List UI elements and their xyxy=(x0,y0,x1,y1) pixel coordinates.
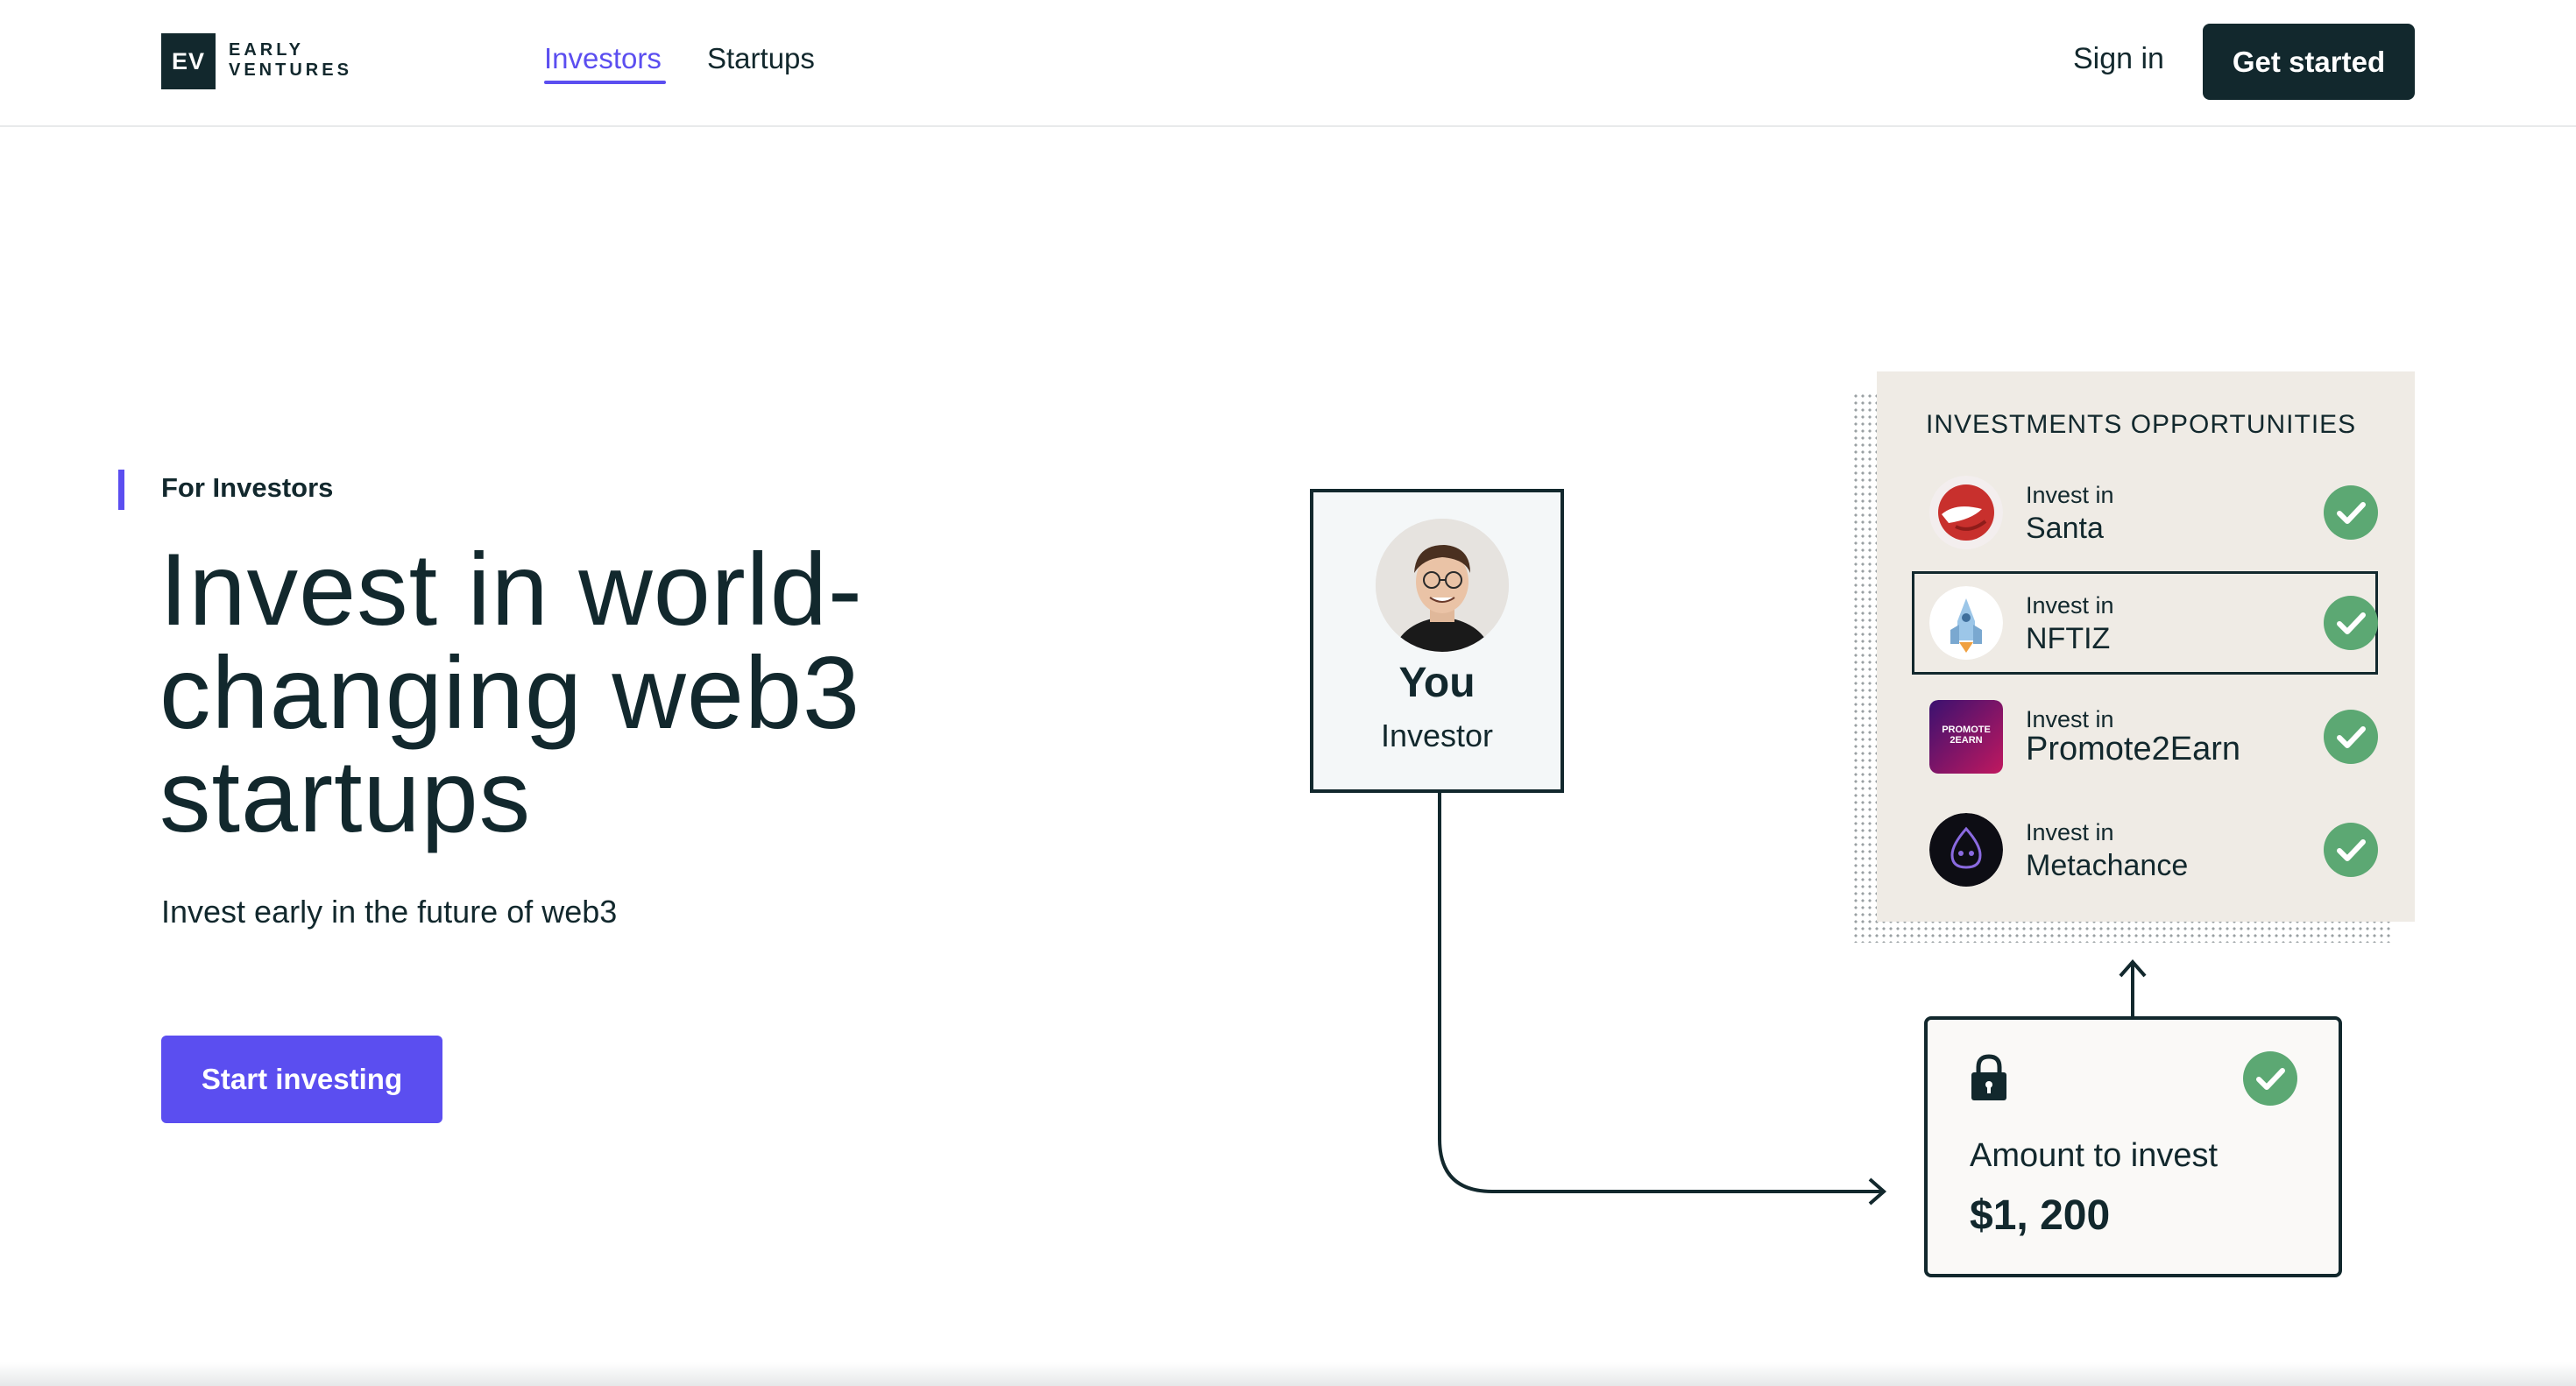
opportunities-panel: INVESTMENTS OPPORTUNITIES Invest in Sant… xyxy=(1877,371,2415,922)
invest-in-label: Invest in xyxy=(2026,819,2114,845)
check-icon xyxy=(2243,1051,2297,1106)
check-icon xyxy=(2324,823,2378,877)
santa-logo-icon xyxy=(1929,476,2003,549)
promote2earn-logo-icon: PROMOTE 2EARN xyxy=(1929,700,2003,774)
check-icon xyxy=(2324,596,2378,650)
metachance-logo-icon xyxy=(1929,813,2003,887)
company-name: NFTIZ xyxy=(2026,622,2111,655)
invest-in-label: Invest in xyxy=(2026,482,2114,508)
investor-card: You Investor xyxy=(1310,489,1564,793)
amount-label: Amount to invest xyxy=(1970,1137,2219,1174)
check-icon xyxy=(2324,710,2378,764)
opportunity-row-metachance[interactable]: Invest in Metachance xyxy=(1912,798,2378,902)
amount-value: $1, 200 xyxy=(1970,1192,2111,1239)
lock-icon xyxy=(1968,1053,2010,1107)
investor-role: Investor xyxy=(1380,718,1494,753)
company-name: Promote2Earn xyxy=(2026,731,2241,767)
page-fold-shadow xyxy=(0,1362,2576,1386)
check-icon xyxy=(2324,485,2378,540)
company-name: Metachance xyxy=(2026,849,2189,882)
amount-card: Amount to invest $1, 200 xyxy=(1924,1016,2342,1277)
panel-title: INVESTMENTS OPPORTUNITIES xyxy=(1926,410,2357,439)
invest-in-label: Invest in xyxy=(2026,706,2114,732)
opportunity-row-nftiz[interactable]: Invest in NFTIZ xyxy=(1912,571,2378,675)
company-name: Santa xyxy=(2026,512,2104,545)
promote2earn-logo-text: PROMOTE 2EARN xyxy=(1942,725,1991,746)
opportunity-row-promote2earn[interactable]: PROMOTE 2EARN Invest in Promote2Earn xyxy=(1912,685,2378,788)
investor-name: You xyxy=(1398,660,1476,706)
opportunity-row-santa[interactable]: Invest in Santa xyxy=(1912,461,2378,564)
invest-in-label: Invest in xyxy=(2026,592,2114,619)
nftiz-logo-icon xyxy=(1929,586,2003,660)
investor-avatar xyxy=(1376,519,1509,652)
